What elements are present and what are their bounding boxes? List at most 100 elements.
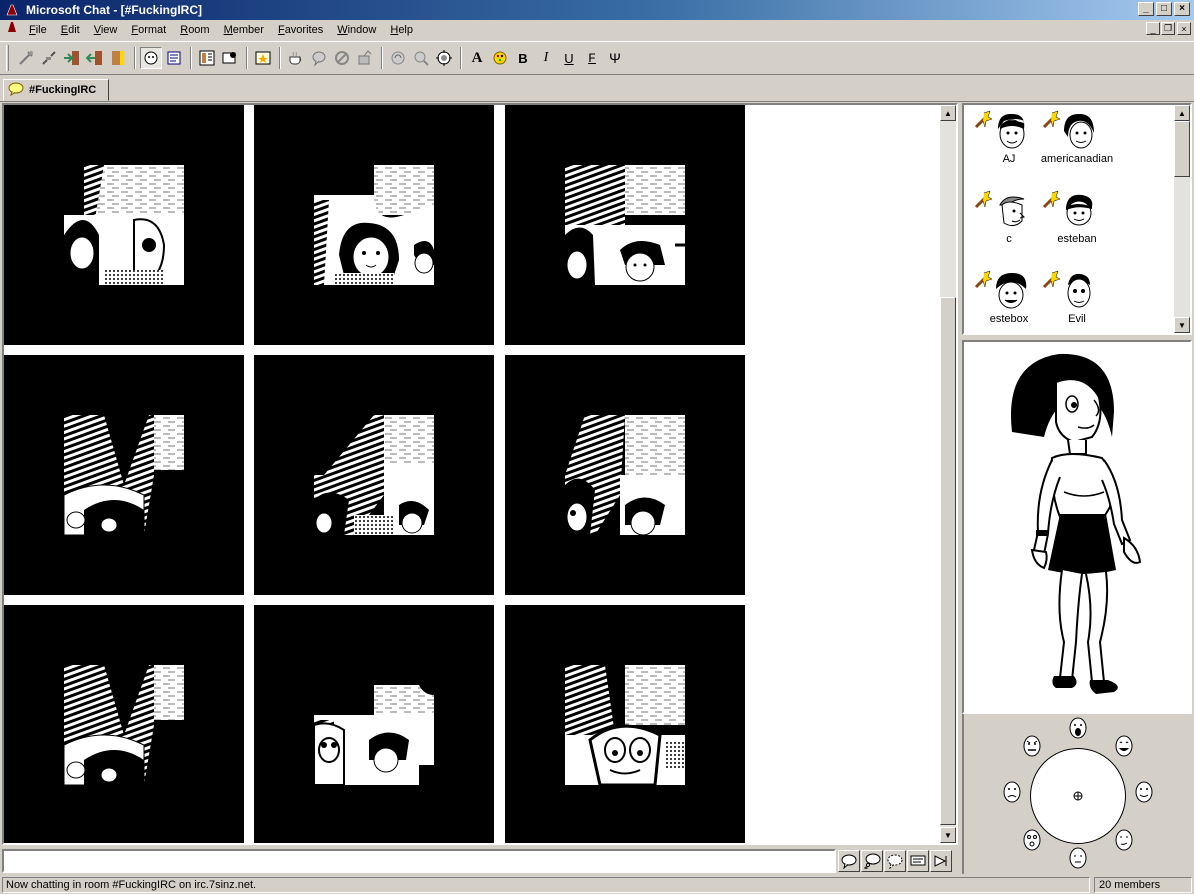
font-button[interactable]: A <box>466 47 488 69</box>
menu-view[interactable]: View <box>87 21 125 39</box>
scroll-down-button[interactable]: ▼ <box>1174 317 1190 333</box>
scroll-down-button[interactable]: ▼ <box>940 827 956 843</box>
menu-edit[interactable]: Edit <box>54 21 87 39</box>
invite-icon[interactable] <box>354 47 376 69</box>
avatar <box>1066 194 1093 226</box>
app-icon[interactable] <box>4 2 20 18</box>
toolbar-grip[interactable] <box>6 45 9 71</box>
emotion-bored-icon[interactable] <box>1068 846 1088 870</box>
comic-panel-art <box>314 165 434 285</box>
chat-input[interactable] <box>2 849 836 873</box>
emotion-shout-icon[interactable] <box>1068 716 1088 740</box>
comic-panel <box>254 355 494 595</box>
toolbar-separator <box>246 47 248 69</box>
netmeeting-icon[interactable] <box>410 47 432 69</box>
menu-room[interactable]: Room <box>173 21 216 39</box>
host-wand-icon <box>1042 270 1061 289</box>
leave-room-icon[interactable] <box>84 47 106 69</box>
minimize-button[interactable]: _ <box>1138 2 1154 16</box>
comic-panel <box>254 105 494 345</box>
connect-icon[interactable] <box>15 47 37 69</box>
mdi-restore-button[interactable]: ❐ <box>1161 22 1175 35</box>
menu-format[interactable]: Format <box>124 21 173 39</box>
away-icon[interactable] <box>285 47 307 69</box>
host-wand-icon <box>1042 190 1061 209</box>
mdi-system-icon[interactable] <box>2 21 22 39</box>
ignore-icon[interactable] <box>331 47 353 69</box>
emotion-coy-icon[interactable] <box>1114 828 1134 852</box>
think-button[interactable] <box>861 850 883 872</box>
comic-view[interactable]: ▲ ▼ <box>2 103 958 845</box>
menu-window[interactable]: Window <box>330 21 383 39</box>
scroll-thumb[interactable] <box>940 297 956 825</box>
send-file-icon[interactable] <box>387 47 409 69</box>
emotion-angry-icon[interactable] <box>1022 734 1042 758</box>
window-title: Microsoft Chat - [#FuckingIRC] <box>26 3 202 17</box>
room-list-icon[interactable] <box>107 47 129 69</box>
emotion-laugh-icon[interactable] <box>1114 734 1134 758</box>
toolbar-separator <box>460 47 462 69</box>
scroll-up-button[interactable]: ▲ <box>1174 105 1190 121</box>
avatar <box>1067 273 1091 308</box>
member-item[interactable]: americanadian <box>1041 107 1113 183</box>
member-list[interactable]: AJ americanadian c esteban estebox Evil … <box>962 103 1192 335</box>
emotion-sad-icon[interactable] <box>1002 780 1022 804</box>
avatar <box>999 196 1025 227</box>
whisper-button[interactable] <box>884 850 906 872</box>
text-view-icon[interactable] <box>163 47 185 69</box>
user-profile-icon[interactable] <box>433 47 455 69</box>
bold-button[interactable]: B <box>512 47 534 69</box>
member-item[interactable]: Evil <box>1042 267 1112 333</box>
emotion-wheel[interactable] <box>1030 748 1126 844</box>
menu-file[interactable]: File <box>22 21 54 39</box>
member-item[interactable]: AJ <box>974 107 1044 183</box>
menu-member[interactable]: Member <box>217 21 271 39</box>
disconnect-icon[interactable] <box>38 47 60 69</box>
symbol-button[interactable]: Ψ <box>604 47 626 69</box>
say-button[interactable] <box>838 850 860 872</box>
member-item[interactable]: c <box>974 187 1044 263</box>
comic-panel <box>4 105 244 345</box>
play-sound-button[interactable] <box>930 850 952 872</box>
emotion-happy-icon[interactable] <box>1134 780 1154 804</box>
host-wand-icon <box>974 110 993 129</box>
comic-panel-art <box>314 415 434 535</box>
background-icon[interactable] <box>252 47 274 69</box>
scroll-up-button[interactable]: ▲ <box>940 105 956 121</box>
member-name: Evil <box>1068 313 1086 325</box>
comic-panel-art <box>565 415 685 535</box>
compose-area <box>2 848 958 874</box>
italic-button[interactable]: I <box>535 47 557 69</box>
maximize-button[interactable]: □ <box>1156 2 1172 16</box>
avatar <box>996 273 1027 309</box>
emotion-wheel-panel <box>962 714 1192 874</box>
comic-view-icon[interactable] <box>140 47 162 69</box>
enter-room-icon[interactable] <box>61 47 83 69</box>
scroll-thumb[interactable] <box>1174 121 1190 177</box>
fixed-pitch-button[interactable]: F <box>581 47 603 69</box>
mdi-close-button[interactable]: × <box>1177 22 1191 35</box>
member-list-scrollbar[interactable]: ▲ ▼ <box>1174 105 1190 333</box>
menu-favorites[interactable]: Favorites <box>271 21 330 39</box>
tab-room-label: #FuckingIRC <box>29 84 97 96</box>
think-icon <box>864 853 881 869</box>
get-identity-icon[interactable] <box>219 47 241 69</box>
tab-room[interactable]: #FuckingIRC <box>3 79 109 101</box>
comic-view-scrollbar[interactable]: ▲ ▼ <box>940 105 956 843</box>
action-icon <box>910 855 926 866</box>
whisper-icon[interactable] <box>308 47 330 69</box>
close-button[interactable]: × <box>1174 2 1190 16</box>
member-item[interactable]: esteban <box>1042 187 1112 263</box>
member-count: 20 members <box>1094 877 1192 893</box>
avatar <box>998 113 1025 149</box>
emotion-scared-icon[interactable] <box>1022 828 1042 852</box>
underline-button[interactable]: U <box>558 47 580 69</box>
title-bar[interactable]: Microsoft Chat - [#FuckingIRC] _ □ × <box>0 0 1194 20</box>
menu-help[interactable]: Help <box>383 21 420 39</box>
member-list-icon[interactable] <box>196 47 218 69</box>
action-button[interactable] <box>907 850 929 872</box>
mdi-minimize-button[interactable]: _ <box>1146 22 1160 35</box>
color-icon[interactable] <box>489 47 511 69</box>
comic-panel-art <box>314 665 434 785</box>
character-figure <box>1010 353 1142 694</box>
